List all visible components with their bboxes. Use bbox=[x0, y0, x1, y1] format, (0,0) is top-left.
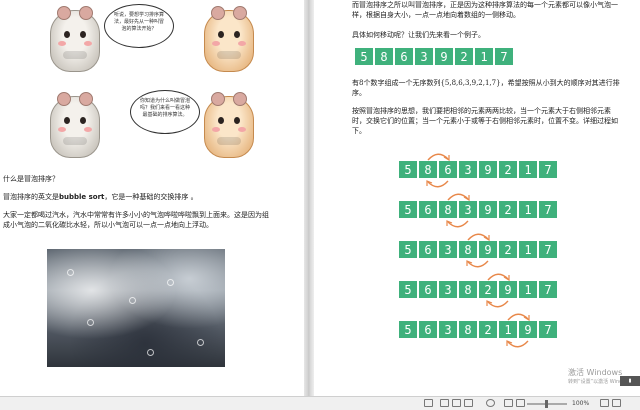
zoom-out-icon[interactable] bbox=[600, 399, 609, 407]
array-cell: 2 bbox=[498, 160, 518, 179]
array-cell: 3 bbox=[438, 320, 458, 339]
speech-bubble: 你知道为什么叫做冒泡吗？我们来看一看这种最基础的排序算法。 bbox=[130, 90, 200, 134]
bubble-intro-paragraph: 而冒泡排序之所以叫冒泡排序，正是因为这种排序算法的每一个元素都可以像小气泡一样，… bbox=[352, 1, 618, 19]
process-description: 按照冒泡排序的思想，我们要把相邻的元素两两比较，当一个元素大于右侧相邻元素时，交… bbox=[352, 107, 618, 135]
status-bar: 100% bbox=[0, 396, 640, 410]
array-cell: 9 bbox=[478, 160, 498, 179]
array-cell: 1 bbox=[518, 200, 538, 219]
array-cell: 6 bbox=[438, 160, 458, 179]
zoom-in-icon[interactable] bbox=[612, 399, 621, 407]
brown-hamster-icon bbox=[204, 92, 254, 158]
left-page: 听说，要想学习排序算法，最好先从一种叫冒泡的算法开始？ 你知道为什么叫做冒泡吗？… bbox=[0, 0, 304, 396]
web-view-icon[interactable] bbox=[464, 399, 473, 407]
speech-bubble-text: 听说，要想学习排序算法，最好先从一种叫冒泡的算法开始？ bbox=[113, 12, 164, 32]
two-page-icon[interactable] bbox=[452, 399, 461, 407]
array-cell: 6 bbox=[394, 47, 414, 66]
zoom-slider[interactable] bbox=[527, 400, 567, 408]
array-cell: 5 bbox=[354, 47, 374, 66]
array-cell: 1 bbox=[518, 280, 538, 299]
array-cell: 3 bbox=[438, 240, 458, 259]
definition-line: 冒泡排序的英文是bubble sort，它是一种基础的交换排序 。 bbox=[3, 192, 198, 202]
hamster-comic-top: 听说，要想学习排序算法，最好先从一种叫冒泡的算法开始？ bbox=[46, 0, 258, 80]
array-cell: 8 bbox=[418, 160, 438, 179]
swap-arrow-bottom bbox=[426, 180, 449, 188]
eye-protection-icon[interactable] bbox=[504, 399, 513, 407]
array-cell: 9 bbox=[478, 240, 498, 259]
array-cell: 6 bbox=[418, 320, 438, 339]
array-cell: 2 bbox=[498, 240, 518, 259]
array-cell: 8 bbox=[374, 47, 394, 66]
soda-paragraph: 大家一定都喝过汽水，汽水中常常有许多小小的气泡哗啦哗啦飘到上面来。这是因为组成小… bbox=[3, 211, 269, 229]
array-cell: 5 bbox=[398, 160, 418, 179]
right-page: 而冒泡排序之所以叫冒泡排序，正是因为这种排序算法的每一个元素都可以像小气泡一样，… bbox=[314, 0, 640, 396]
array-cell: 5 bbox=[398, 280, 418, 299]
array-cell: 9 bbox=[434, 47, 454, 66]
array-cell: 2 bbox=[498, 200, 518, 219]
bubbles-photo bbox=[47, 249, 225, 367]
corner-badge: ▮ bbox=[620, 376, 640, 386]
array-cell: 1 bbox=[518, 240, 538, 259]
definition-prefix: 冒泡排序的英文是 bbox=[3, 193, 59, 201]
array-cell: 6 bbox=[418, 240, 438, 259]
play-icon[interactable] bbox=[486, 399, 495, 407]
array-cell: 7 bbox=[538, 240, 558, 259]
hamster-comic-bottom: 你知道为什么叫做冒泡吗？我们来看一看这种最基础的排序算法。 bbox=[46, 86, 258, 166]
array-cell: 7 bbox=[538, 160, 558, 179]
brown-hamster-icon bbox=[204, 6, 254, 72]
array-cell: 1 bbox=[498, 320, 518, 339]
array-cell: 6 bbox=[418, 200, 438, 219]
array-cell: 8 bbox=[458, 280, 478, 299]
array-cell: 1 bbox=[474, 47, 494, 66]
single-page-icon[interactable] bbox=[440, 399, 449, 407]
grey-hamster-icon bbox=[50, 6, 100, 72]
array-cell: 3 bbox=[438, 280, 458, 299]
array-cell: 7 bbox=[538, 200, 558, 219]
array-cell: 5 bbox=[398, 200, 418, 219]
array-cell: 9 bbox=[498, 280, 518, 299]
swap-arrow-bottom bbox=[486, 300, 509, 308]
array-cell: 9 bbox=[478, 200, 498, 219]
array-description: 有8个数字组成一个无序数列{5,8,6,3,9,2,1,7}，希望按照从小到大的… bbox=[352, 79, 620, 97]
array-cell: 2 bbox=[478, 280, 498, 299]
array-cell: 7 bbox=[538, 320, 558, 339]
array-cell: 7 bbox=[494, 47, 514, 66]
array-cell: 3 bbox=[414, 47, 434, 66]
reading-mode-icon[interactable] bbox=[424, 399, 433, 407]
array-cell: 1 bbox=[518, 160, 538, 179]
grey-hamster-icon bbox=[50, 92, 100, 158]
page-gutter bbox=[304, 0, 314, 396]
array-cell: 5 bbox=[398, 240, 418, 259]
array-cell: 8 bbox=[458, 320, 478, 339]
definition-suffix: ，它是一种基础的交换排序 。 bbox=[104, 193, 198, 201]
swap-arrow-bottom bbox=[446, 220, 469, 228]
array-cell: 5 bbox=[398, 320, 418, 339]
array-cell: 2 bbox=[454, 47, 474, 66]
array-cell: 3 bbox=[458, 160, 478, 179]
array-cell: 3 bbox=[458, 200, 478, 219]
definition-term: bubble sort bbox=[59, 193, 105, 201]
swap-arrow-bottom bbox=[466, 260, 489, 268]
array-cell: 8 bbox=[458, 240, 478, 259]
array-cell: 8 bbox=[438, 200, 458, 219]
swap-arrow-bottom bbox=[506, 340, 529, 348]
array-cell: 6 bbox=[418, 280, 438, 299]
example-intro: 具体如何移动呢？让我们先来看一个例子。 bbox=[352, 31, 485, 39]
zoom-slider-thumb[interactable] bbox=[545, 400, 548, 408]
array-cell: 2 bbox=[478, 320, 498, 339]
array-cell: 7 bbox=[538, 280, 558, 299]
section-question: 什么是冒泡排序？ bbox=[3, 175, 59, 183]
zoom-level[interactable]: 100% bbox=[572, 400, 589, 407]
array-cell: 9 bbox=[518, 320, 538, 339]
speech-bubble-text: 你知道为什么叫做冒泡吗？我们来看一看这种最基础的排序算法。 bbox=[139, 98, 190, 118]
speech-bubble: 听说，要想学习排序算法，最好先从一种叫冒泡的算法开始？ bbox=[104, 4, 174, 48]
fit-page-icon[interactable] bbox=[516, 399, 525, 407]
